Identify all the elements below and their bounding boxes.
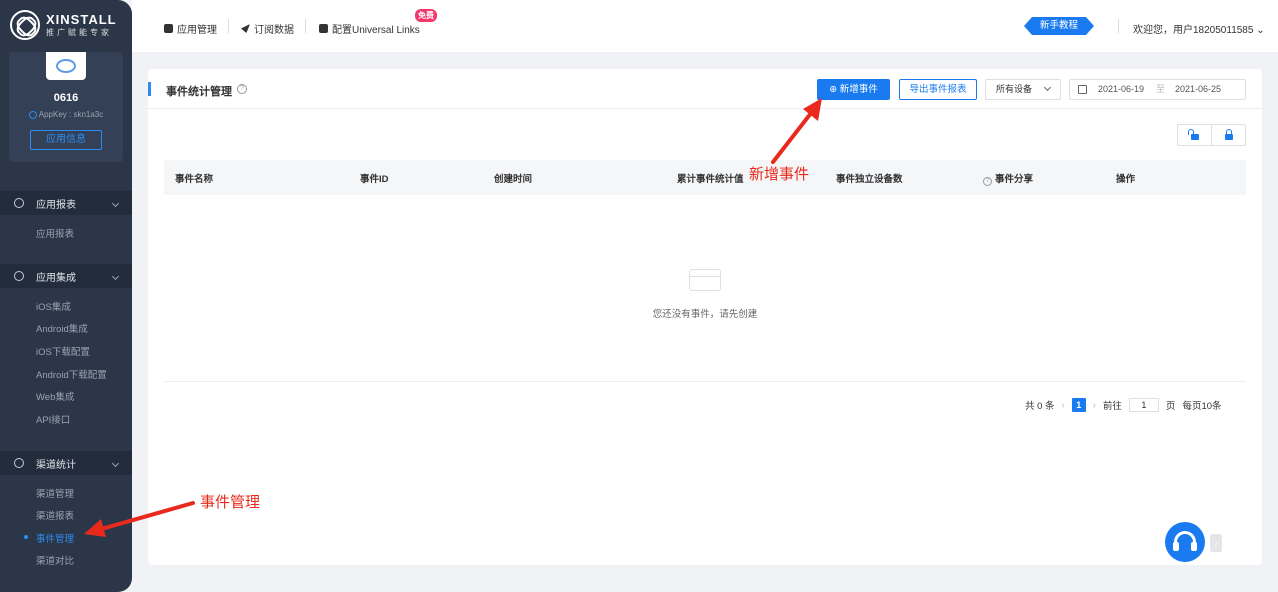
pagination: 共 0 条 ‹ 1 › 前往 1 页 每页10条	[1025, 398, 1222, 412]
annotation-add-event: 新增事件	[749, 166, 810, 183]
date-range-picker[interactable]: 2021-06-19 至 2021-06-25	[1069, 79, 1246, 100]
column-header: 事件独立设备数	[836, 174, 903, 185]
nav-universal-links[interactable]: 配置Universal Links	[319, 21, 420, 36]
column-header: 事件名称	[175, 174, 214, 185]
sidebar-item-channel-manage[interactable]: 渠道管理	[36, 486, 74, 500]
column-header: 创建时间	[494, 174, 533, 185]
sidebar-item-channel-compare[interactable]: 渠道对比	[36, 553, 74, 567]
app-card: 0616 AppKey : skn1a3c 应用信息	[9, 52, 123, 162]
app-key: AppKey : skn1a3c	[9, 110, 123, 119]
goto-page-input[interactable]: 1	[1128, 398, 1159, 412]
customer-support-button[interactable]	[1165, 522, 1205, 562]
unlock-button[interactable]	[1178, 125, 1211, 145]
annotation-event-manage: 事件管理	[200, 494, 261, 511]
brand-subtitle: 推广赋能专家	[46, 28, 112, 37]
help-icon[interactable]: ?	[983, 177, 992, 186]
lock-toggle-group	[1177, 124, 1246, 146]
share-icon	[14, 458, 24, 468]
divider	[1118, 19, 1119, 33]
panel-header: 事件统计管理 ? ⊕ 新增事件 导出事件报表 所有设备 2021-06-19 至…	[148, 69, 1262, 109]
nav-group-app-integration[interactable]: 应用集成	[0, 264, 132, 288]
nav-group-channel-stats[interactable]: 渠道统计	[0, 451, 132, 475]
column-header: 操作	[1116, 174, 1136, 185]
chevron-down-icon	[111, 272, 120, 280]
brand-title: XINSTALL	[46, 12, 117, 27]
nav-app-manage[interactable]: 应用管理	[164, 21, 217, 36]
collapse-support-icon[interactable]: ›	[1210, 534, 1222, 552]
prev-page-icon[interactable]: ‹	[1062, 400, 1065, 411]
help-icon	[28, 110, 37, 119]
page-title: 事件统计管理	[166, 86, 232, 98]
sidebar-item-android-download[interactable]: Android下载配置	[36, 367, 107, 381]
empty-inbox-icon	[689, 269, 721, 291]
page-suffix: 页	[1165, 401, 1176, 412]
chevron-down-icon	[111, 459, 120, 467]
page-size: 每页10条	[1182, 401, 1222, 412]
sidebar-item-ios-download[interactable]: iOS下载配置	[36, 344, 90, 358]
date-start: 2021-06-19	[1098, 84, 1145, 94]
divider	[228, 19, 229, 33]
unlock-icon	[1187, 129, 1199, 140]
sidebar-item-web[interactable]: Web集成	[36, 389, 74, 403]
sidebar-item-channel-report[interactable]: 渠道报表	[36, 508, 74, 522]
logo-icon	[10, 10, 40, 40]
lock-button[interactable]	[1211, 125, 1245, 145]
send-icon	[241, 24, 250, 33]
next-page-icon[interactable]: ›	[1093, 400, 1096, 411]
sidebar-item-android[interactable]: Android集成	[36, 321, 88, 335]
device-select[interactable]: 所有设备	[985, 79, 1061, 100]
goto-label: 前往	[1102, 401, 1122, 412]
sidebar-item-app-report[interactable]: 应用报表	[36, 226, 74, 240]
add-event-button[interactable]: ⊕ 新增事件	[817, 79, 890, 100]
title-accent	[148, 82, 151, 96]
active-dot	[24, 535, 28, 539]
chevron-down-icon	[1043, 83, 1052, 92]
event-panel: 事件统计管理 ? ⊕ 新增事件 导出事件报表 所有设备 2021-06-19 至…	[148, 69, 1262, 565]
sidebar-item-event-manage[interactable]: 事件管理	[36, 531, 74, 545]
table-header: 事件名称 事件ID 创建时间 累计事件统计值 事件独立设备数 ? 事件分享 操作	[164, 160, 1246, 195]
tutorial-button[interactable]: 新手教程	[1024, 17, 1094, 35]
app-name: 0616	[53, 92, 79, 104]
divider	[164, 381, 1246, 382]
column-header-share: ? 事件分享	[983, 171, 1033, 186]
user-menu[interactable]: 欢迎您，用户18205011585 ⌄	[1133, 21, 1265, 36]
brand-logo[interactable]: XINSTALL 推广赋能专家	[10, 10, 117, 40]
empty-message: 您还没有事件，请先创建	[652, 309, 758, 320]
topbar: 应用管理 订阅数据 配置Universal Links 免费 新手教程 欢迎您，…	[132, 0, 1278, 52]
column-header: 事件ID	[360, 174, 389, 185]
cube-icon	[14, 271, 24, 281]
free-badge: 免费	[415, 9, 437, 22]
total-count: 共 0 条	[1025, 401, 1055, 412]
help-icon[interactable]: ?	[237, 84, 247, 94]
pie-chart-icon	[14, 198, 24, 208]
sidebar-item-api[interactable]: API接口	[36, 412, 70, 426]
lock-icon	[1224, 129, 1233, 140]
nav-subscribe-data[interactable]: 订阅数据	[241, 21, 294, 36]
sidebar-item-ios[interactable]: iOS集成	[36, 299, 71, 313]
app-icon	[46, 52, 86, 80]
export-report-button[interactable]: 导出事件报表	[899, 79, 977, 100]
column-header: 累计事件统计值	[677, 174, 744, 185]
calendar-icon	[1078, 85, 1087, 94]
date-end: 2021-06-25	[1175, 84, 1222, 94]
chevron-down-icon	[111, 199, 120, 207]
nav-group-app-report[interactable]: 应用报表	[0, 191, 132, 215]
divider	[305, 19, 306, 33]
briefcase-icon	[319, 24, 328, 33]
cube-icon	[164, 24, 173, 33]
sidebar: XINSTALL 推广赋能专家 0616 AppKey : skn1a3c 应用…	[0, 0, 132, 592]
page-number-current[interactable]: 1	[1071, 398, 1086, 412]
app-info-button[interactable]: 应用信息	[30, 130, 102, 150]
date-separator: 至	[1156, 84, 1166, 94]
